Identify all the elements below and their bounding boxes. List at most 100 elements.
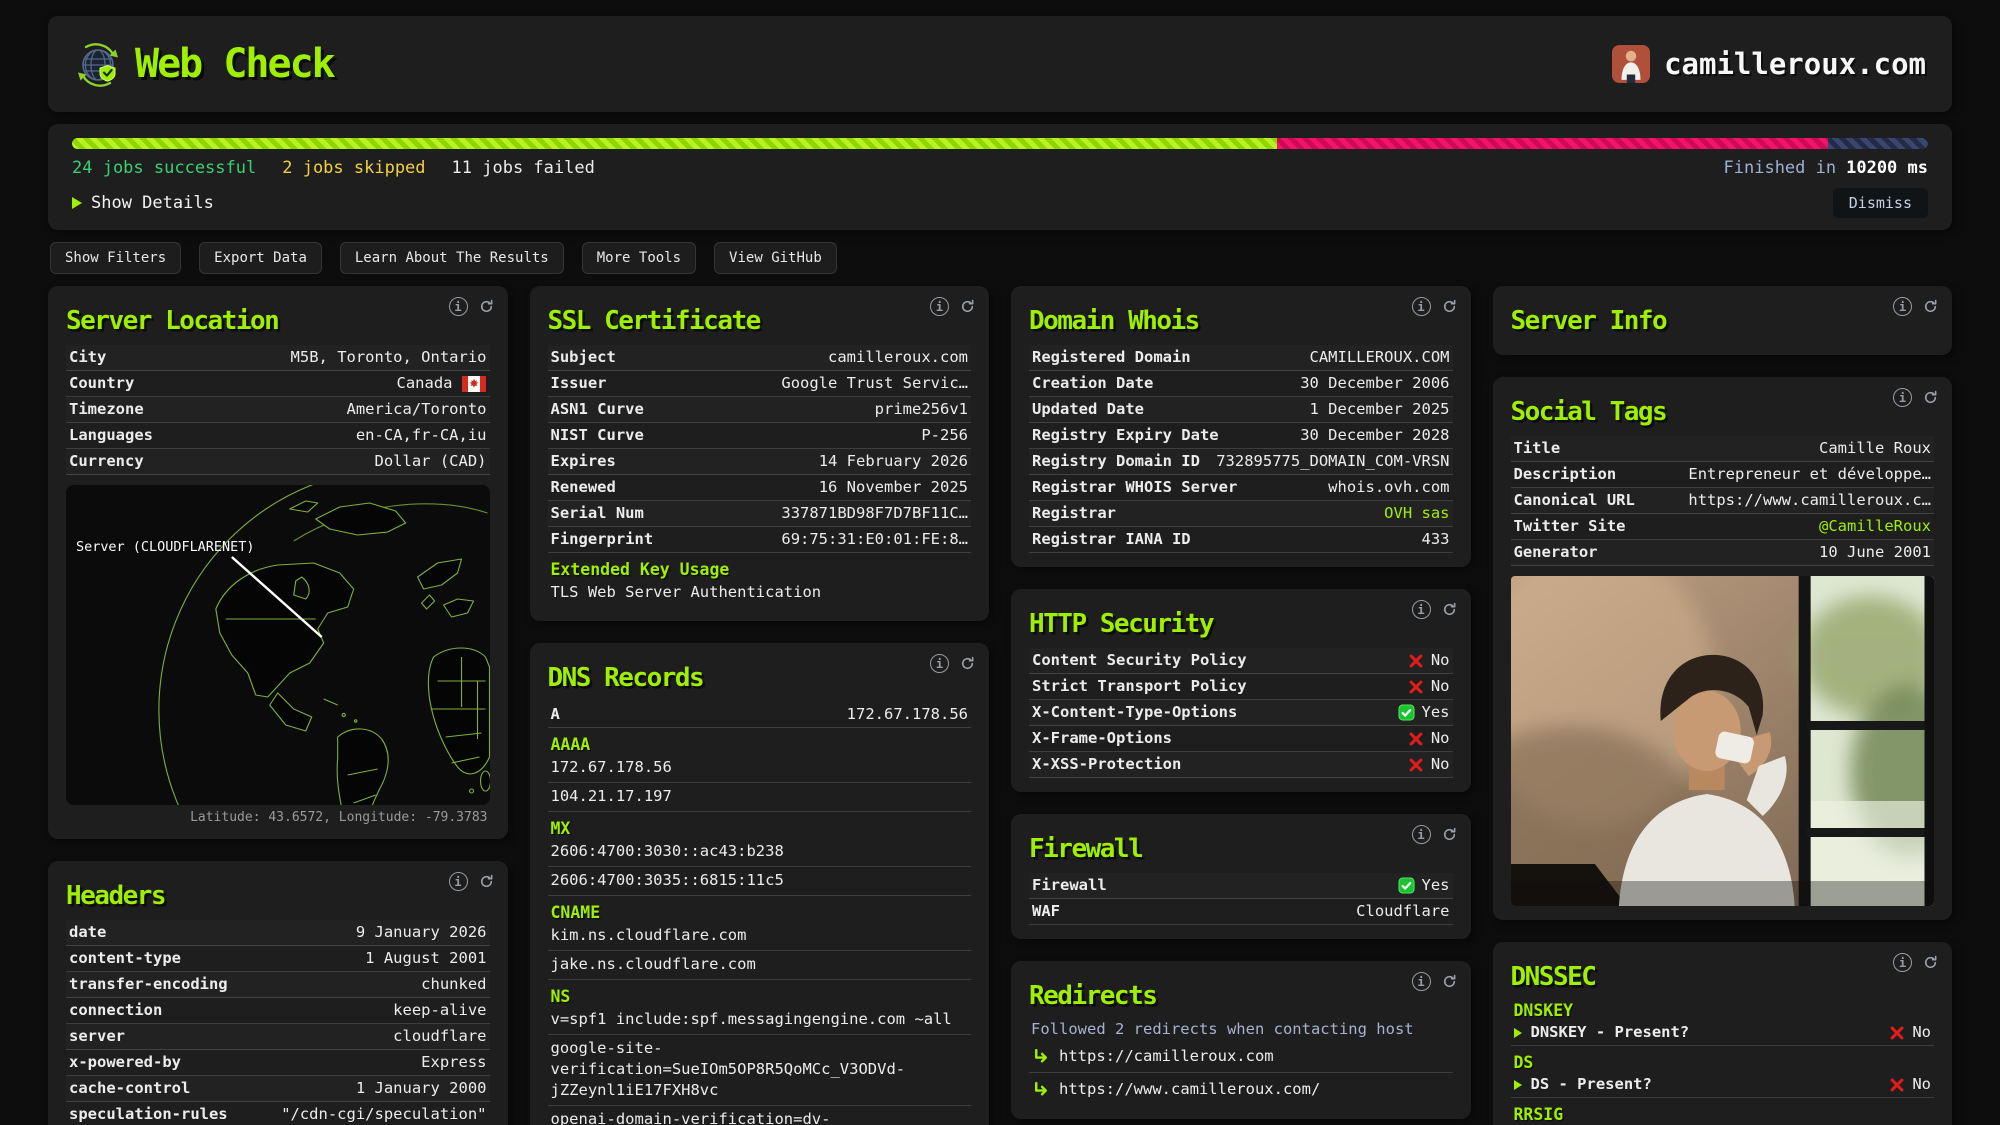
app-header: Web Check camilleroux.com [48, 16, 1952, 112]
table-row: Fingerprint 69:75:31:E0:01:FE:8… [547, 527, 971, 553]
card-title: Headers [66, 881, 167, 911]
refresh-icon[interactable] [1923, 390, 1938, 405]
headers-card: i Headers date 9 January 2026 content-typ… [48, 861, 508, 1125]
web-check-page: Web Check camilleroux.com 24 jobs succes… [0, 0, 2000, 1125]
refresh-icon[interactable] [1442, 299, 1457, 314]
dismiss-button[interactable]: Dismiss [1832, 188, 1928, 218]
info-icon[interactable]: i [930, 297, 949, 316]
web-check-logo-icon [78, 43, 118, 87]
social-tags-card: i Social Tags Title Camille Roux Descript… [1492, 377, 1952, 920]
list-item: 172.67.178.56 [547, 754, 971, 783]
card-title: Domain Whois [1029, 306, 1200, 336]
cross-icon [1890, 1026, 1904, 1039]
redirect-arrow-icon [1035, 1081, 1048, 1096]
card-title: Firewall [1029, 834, 1144, 864]
show-filters-button[interactable]: Show Filters [50, 242, 182, 274]
server-info-card: i Server Info [1492, 286, 1952, 355]
actions-toolbar: Show Filters Export Data Learn About The… [50, 242, 1950, 274]
info-icon[interactable]: i [1411, 297, 1431, 316]
info-icon[interactable]: i [1893, 297, 1912, 316]
list-item: google-site-verification=SueIOm5OP8R5QoM… [547, 1035, 971, 1106]
table-row: X-Content-Type-Options Yes [1029, 700, 1453, 726]
table-row: cache-control 1 January 2000 [66, 1076, 490, 1102]
table-row: City M5B, Toronto, Ontario [66, 345, 490, 371]
dnssec-expandable-row[interactable]: DS - Present? No [1510, 1072, 1934, 1098]
table-row: Registrar WHOIS Server whois.ovh.com [1029, 475, 1453, 501]
info-icon[interactable]: i [1893, 953, 1912, 972]
redirect-url[interactable]: https://www.camilleroux.com/ [1059, 1080, 1320, 1098]
table-row: x-powered-by Express [66, 1050, 490, 1076]
expand-triangle-icon [1513, 1079, 1522, 1090]
table-row: WAF Cloudflare [1029, 899, 1453, 925]
site-url[interactable]: camilleroux.com [1664, 47, 1926, 81]
app-title: Web Check [135, 41, 336, 87]
list-item: TLS Web Server Authentication [550, 583, 822, 601]
dnssec-section-heading: RRSIG [1513, 1105, 1564, 1124]
table-row: Twitter Site @CamilleRoux [1510, 514, 1934, 540]
twitter-link[interactable]: @CamilleRoux [1819, 517, 1931, 536]
list-item: https://camilleroux.com [1029, 1040, 1453, 1073]
refresh-icon[interactable] [1442, 827, 1457, 842]
progress-bar [72, 138, 1928, 149]
map-server-label: Server (CLOUDFLARENET) [76, 539, 255, 555]
table-row: Generator 10 June 2001 [1510, 540, 1934, 566]
table-row: Firewall Yes [1029, 873, 1453, 899]
job-status-line: 24 jobs successful 2 jobs skipped 11 job… [70, 158, 1930, 178]
list-item: jake.ns.cloudflare.com [547, 951, 971, 980]
list-item: https://www.camilleroux.com/ [1029, 1073, 1453, 1105]
server-location-card: i Server Location City M5B, Toronto, Ont… [48, 286, 508, 839]
dns-records-card: i DNS Records A 172.67.178.56 AAAA 172.67… [529, 643, 989, 1125]
info-icon[interactable]: i [1411, 600, 1431, 619]
refresh-icon[interactable] [1923, 299, 1938, 314]
cross-icon [1890, 1078, 1904, 1091]
app-logo[interactable]: Web Check [74, 40, 336, 88]
table-row: X-XSS-Protection No [1029, 752, 1453, 778]
cross-icon [1409, 732, 1423, 745]
site-favicon [1612, 45, 1651, 83]
refresh-icon[interactable] [960, 656, 975, 671]
refresh-icon[interactable] [479, 299, 494, 314]
table-row: Issuer Google Trust Servic… [547, 371, 971, 397]
table-row: Timezone America/Toronto [66, 397, 490, 423]
view-github-button[interactable]: View GitHub [714, 242, 837, 274]
refresh-icon[interactable] [1442, 602, 1457, 617]
info-icon[interactable]: i [1411, 972, 1431, 991]
table-row: content-type 1 August 2001 [66, 946, 490, 972]
show-details-toggle[interactable]: Show Details [72, 193, 214, 213]
refresh-icon[interactable] [960, 299, 975, 314]
export-data-button[interactable]: Export Data [199, 242, 322, 274]
refresh-icon[interactable] [1923, 955, 1938, 970]
dns-section-heading: NS [550, 987, 571, 1006]
canada-flag-icon [461, 375, 486, 392]
table-row: speculation-rules "/cdn-cgi/speculation" [66, 1102, 490, 1125]
info-icon[interactable]: i [448, 297, 468, 316]
info-icon[interactable]: i [1893, 388, 1912, 407]
refresh-icon[interactable] [1442, 974, 1457, 989]
dns-section-heading: AAAA [550, 735, 591, 754]
refresh-icon[interactable] [479, 874, 494, 889]
registrar-link[interactable]: OVH sas [1384, 504, 1449, 523]
info-icon[interactable]: i [448, 872, 468, 891]
table-row: Canonical URL https://www.camilleroux.c… [1510, 488, 1934, 514]
scanned-site: camilleroux.com [1612, 45, 1926, 83]
table-row: Country Canada [66, 371, 490, 397]
dnssec-expandable-row[interactable]: DNSKEY - Present? No [1510, 1020, 1934, 1046]
table-row: Serial Num 337871BD98F7D7BF11C… [547, 501, 971, 527]
dnssec-section-heading: DS [1513, 1053, 1534, 1072]
info-icon[interactable]: i [930, 654, 949, 673]
table-row: NIST Curve P-256 [547, 423, 971, 449]
redirect-url[interactable]: https://camilleroux.com [1059, 1047, 1274, 1065]
learn-about-results-button[interactable]: Learn About The Results [339, 242, 564, 274]
card-title: DNSSEC [1510, 962, 1597, 992]
firewall-card: i Firewall Firewall Yes WAF Cloudflare [1011, 814, 1471, 939]
redirects-note: Followed 2 redirects when contacting hos… [1031, 1020, 1414, 1038]
list-item: 2606:4700:3035::6815:11c5 [547, 867, 971, 896]
table-row: Expires 14 February 2026 [547, 449, 971, 475]
table-row: Languages en-CA,fr-CA,iu [66, 423, 490, 449]
list-item: 2606:4700:3030::ac43:b238 [547, 838, 971, 867]
card-title: Social Tags [1510, 397, 1668, 427]
finished-time: Finished in 10200 ms [1723, 158, 1928, 178]
info-icon[interactable]: i [1411, 825, 1431, 844]
more-tools-button[interactable]: More Tools [581, 242, 697, 274]
dns-section-heading: MX [550, 819, 571, 838]
